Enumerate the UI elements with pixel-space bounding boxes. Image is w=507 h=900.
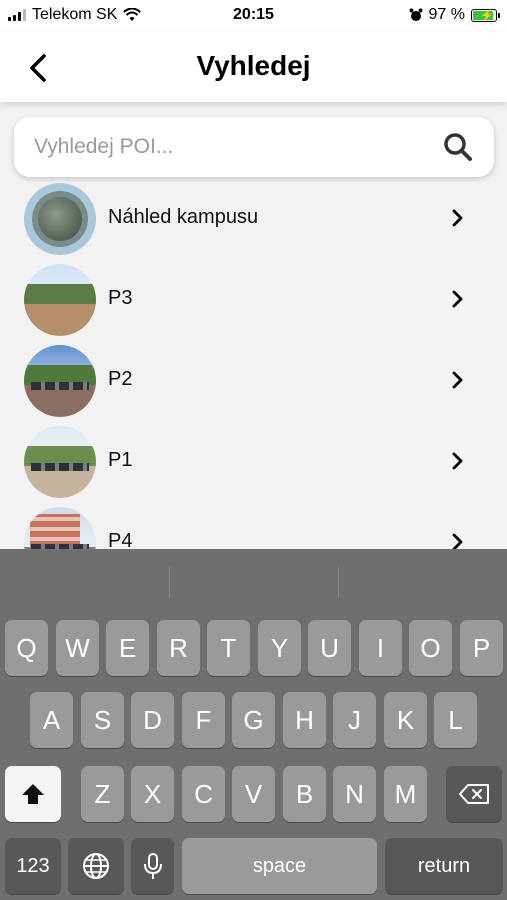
search-icon[interactable]: [442, 131, 474, 163]
key-g[interactable]: G: [232, 692, 275, 748]
numbers-key[interactable]: 123: [5, 838, 61, 894]
microphone-icon: [143, 853, 162, 879]
chevron-right-icon: [452, 209, 463, 227]
shift-key[interactable]: [5, 766, 61, 822]
key-h[interactable]: H: [283, 692, 326, 748]
key-y[interactable]: Y: [258, 620, 301, 676]
suggestion-bar: [0, 549, 507, 607]
key-u[interactable]: U: [308, 620, 351, 676]
key-v[interactable]: V: [232, 766, 275, 822]
key-x[interactable]: X: [131, 766, 174, 822]
list-item[interactable]: P3: [0, 261, 507, 341]
key-s[interactable]: S: [81, 692, 124, 748]
search-bar: [14, 117, 494, 177]
page-title: Vyhledej: [196, 50, 311, 81]
battery-charging-icon: ⚡: [471, 8, 500, 22]
campus-panorama-thumbnail: [24, 183, 96, 255]
shift-icon: [22, 784, 44, 804]
key-a[interactable]: A: [30, 692, 73, 748]
key-m[interactable]: M: [384, 766, 427, 822]
status-right: 97 % ⚡: [409, 6, 500, 24]
list-item[interactable]: Náhled kampusu: [0, 180, 507, 260]
return-key[interactable]: return: [385, 838, 503, 894]
key-k[interactable]: K: [384, 692, 427, 748]
search-input[interactable]: [34, 127, 434, 167]
key-p[interactable]: P: [460, 620, 503, 676]
key-e[interactable]: E: [106, 620, 149, 676]
battery-percent: 97 %: [428, 6, 465, 23]
chevron-right-icon: [452, 371, 463, 389]
list-item-label: P1: [108, 449, 133, 471]
key-i[interactable]: I: [359, 620, 402, 676]
key-b[interactable]: B: [283, 766, 326, 822]
key-w[interactable]: W: [56, 620, 99, 676]
key-d[interactable]: D: [131, 692, 174, 748]
key-q[interactable]: Q: [5, 620, 48, 676]
microphone-key[interactable]: [131, 838, 174, 894]
key-l[interactable]: L: [434, 692, 477, 748]
list-item-label: P2: [108, 368, 133, 390]
list-item-label: P3: [108, 287, 133, 309]
key-n[interactable]: N: [333, 766, 376, 822]
chevron-right-icon: [452, 452, 463, 470]
list-item[interactable]: P2: [0, 342, 507, 422]
parking-photo-thumbnail: [24, 264, 96, 336]
globe-key[interactable]: [68, 838, 124, 894]
key-r[interactable]: R: [157, 620, 200, 676]
space-key[interactable]: space: [182, 838, 377, 894]
chevron-right-icon: [452, 290, 463, 308]
backspace-key[interactable]: [446, 766, 502, 822]
key-c[interactable]: C: [182, 766, 225, 822]
navigation-bar: Vyhledej: [0, 32, 507, 102]
list-item[interactable]: P1: [0, 423, 507, 503]
key-t[interactable]: T: [207, 620, 250, 676]
key-j[interactable]: J: [333, 692, 376, 748]
status-bar: Telekom SK 20:15 97 % ⚡: [0, 0, 507, 32]
alarm-icon: [409, 8, 423, 21]
list-item-label: Náhled kampusu: [108, 206, 259, 228]
key-o[interactable]: O: [409, 620, 452, 676]
key-z[interactable]: Z: [81, 766, 124, 822]
parking-photo-thumbnail: [24, 426, 96, 498]
key-f[interactable]: F: [182, 692, 225, 748]
globe-icon: [83, 853, 109, 879]
backspace-icon: [459, 784, 489, 804]
parking-photo-thumbnail: [24, 345, 96, 417]
keyboard: Q W E R T Y U I O P A S D F G H J K L Z …: [0, 549, 507, 900]
